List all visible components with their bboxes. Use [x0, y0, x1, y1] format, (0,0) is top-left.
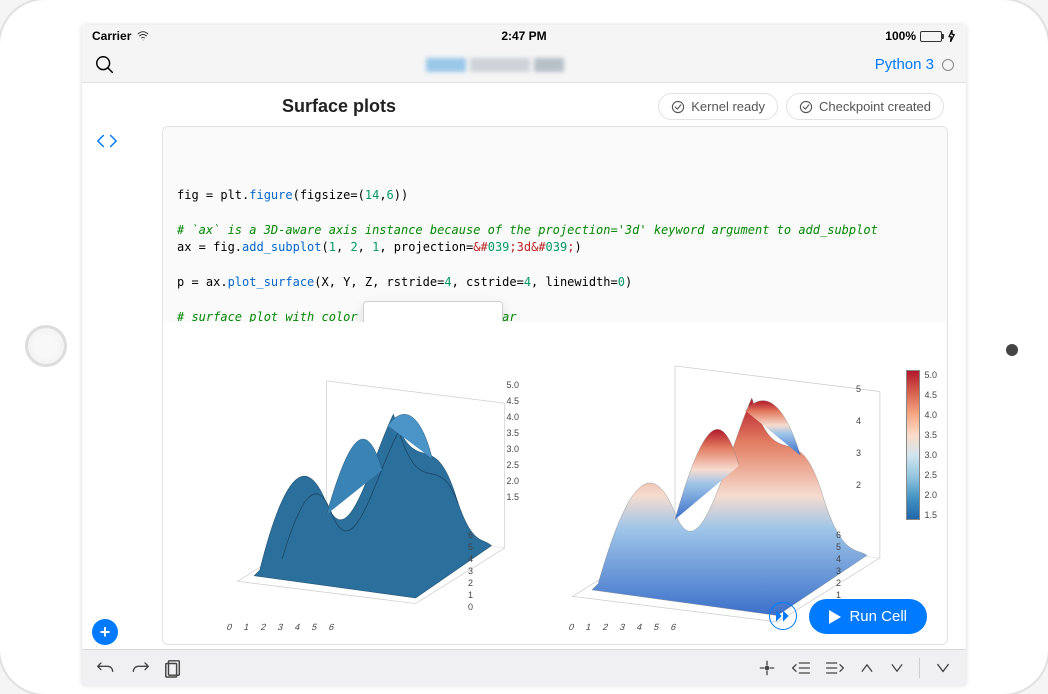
- move-up-button[interactable]: [859, 661, 875, 675]
- z-ticks: 5432: [856, 384, 861, 490]
- title-row: Surface plots Kernel ready Checkpoint cr…: [82, 83, 966, 126]
- surface-plot-right: 5432 0123456 6543210 5.04.54.03.53.02.52…: [547, 326, 931, 636]
- checkpoint-pill: Checkpoint created: [786, 93, 944, 120]
- check-icon: [671, 100, 685, 114]
- section-title: Surface plots: [282, 96, 650, 117]
- code-line[interactable]: fig = plt.figure(figsize=(14,6)): [177, 187, 933, 204]
- z-ticks: 5.04.54.03.53.02.52.01.5: [506, 380, 519, 502]
- x-ticks: 0123456: [226, 622, 336, 632]
- run-cell-button[interactable]: Run Cell: [809, 599, 927, 634]
- outdent-button[interactable]: [791, 659, 811, 677]
- run-cell-label: Run Cell: [849, 608, 907, 625]
- add-cell-button[interactable]: +: [92, 619, 118, 645]
- code-line[interactable]: [177, 292, 933, 309]
- cell-output: 5.04.54.03.53.02.52.01.5 0123456 6543210: [163, 322, 947, 644]
- undo-button[interactable]: [96, 658, 116, 678]
- fast-forward-icon: [776, 610, 790, 622]
- cell-prompt: In [60]:: [163, 135, 165, 152]
- code-line[interactable]: # surface_plot with color grading and co…: [177, 309, 933, 322]
- code-line[interactable]: p = ax.plot_surface(X, Y, Z, rstride=4, …: [177, 274, 933, 291]
- keyboard-accessory: [82, 649, 966, 685]
- play-icon: [829, 610, 841, 624]
- surface-svg: [193, 326, 527, 636]
- notebook-area: + In [60]: fig = plt.figure(figsize=(14,…: [82, 126, 966, 649]
- run-all-button[interactable]: [769, 602, 797, 630]
- ios-status-bar: Carrier 2:47 PM 100%: [82, 25, 966, 47]
- code-editor[interactable]: In [60]: fig = plt.figure(figsize=(14,6)…: [163, 127, 947, 322]
- screen: Carrier 2:47 PM 100%: [82, 25, 966, 685]
- carrier-label: Carrier: [92, 29, 131, 43]
- code-line[interactable]: ax = fig.add_subplot(1, 2, 1, projection…: [177, 239, 933, 256]
- divider: [919, 658, 920, 678]
- code-cell-icon[interactable]: [96, 130, 118, 157]
- wifi-icon: [135, 30, 151, 42]
- checkpoint-label: Checkpoint created: [819, 99, 931, 114]
- battery-icon: [920, 31, 944, 42]
- clipboard-button[interactable]: [164, 658, 182, 678]
- kernel-name[interactable]: Python 3: [875, 56, 934, 73]
- kernel-status-dot: [942, 59, 954, 71]
- code-line[interactable]: # `ax` is a 3D-aware axis instance becau…: [177, 222, 933, 239]
- ipad-frame: Carrier 2:47 PM 100%: [0, 0, 1048, 694]
- clock-label: 2:47 PM: [501, 29, 546, 43]
- battery-pct: 100%: [885, 29, 916, 43]
- move-down-button[interactable]: [889, 661, 905, 675]
- surface-plot-left: 5.04.54.03.53.02.52.01.5 0123456 6543210: [193, 326, 527, 636]
- app-nav-bar: Python 3: [82, 47, 966, 83]
- code-line[interactable]: [177, 205, 933, 222]
- camera-dot: [1006, 344, 1018, 356]
- check-icon: [799, 100, 813, 114]
- code-line[interactable]: [177, 257, 933, 274]
- colorbar: 5.04.54.03.53.02.52.01.5: [906, 370, 937, 520]
- y-ticks: 6543210: [468, 530, 473, 612]
- home-button[interactable]: [25, 325, 67, 367]
- charging-icon: [948, 30, 956, 42]
- code-cell[interactable]: In [60]: fig = plt.figure(figsize=(14,6)…: [162, 126, 948, 645]
- indent-button[interactable]: [825, 659, 845, 677]
- kernel-ready-label: Kernel ready: [691, 99, 765, 114]
- surface-svg: [547, 326, 931, 636]
- x-ticks: 0123456: [568, 622, 678, 632]
- kernel-ready-pill: Kernel ready: [658, 93, 778, 120]
- cursor-middle-button[interactable]: [757, 659, 777, 677]
- nav-title-blur: [128, 58, 863, 72]
- search-icon[interactable]: [94, 54, 116, 76]
- redo-button[interactable]: [130, 658, 150, 678]
- autocomplete-popup[interactable]: coolwarm colorbar: [363, 301, 503, 322]
- dismiss-keyboard-button[interactable]: [934, 661, 952, 675]
